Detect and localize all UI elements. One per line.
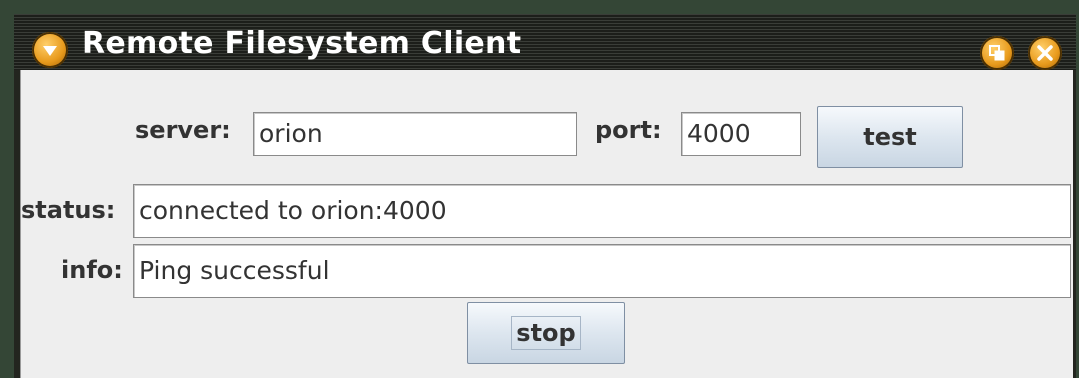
window-title: Remote Filesystem Client [82,26,522,61]
desktop-background: Remote Filesystem Client server: orion p… [0,0,1079,378]
info-label: info: [61,256,123,284]
restore-icon[interactable] [980,36,1014,70]
test-button[interactable]: test [817,106,963,168]
port-label: port: [595,116,662,144]
close-icon[interactable] [1028,36,1062,70]
app-window: Remote Filesystem Client server: orion p… [14,14,1076,378]
title-bar[interactable]: Remote Filesystem Client [14,14,1076,70]
port-input[interactable]: 4000 [681,112,801,156]
info-field: Ping successful [133,244,1071,298]
stop-button[interactable]: stop [467,302,625,364]
status-field: connected to orion:4000 [133,184,1071,238]
window-menu-icon[interactable] [32,32,68,68]
server-label: server: [135,116,231,144]
stop-button-label: stop [511,316,581,350]
server-input[interactable]: orion [253,112,577,156]
status-label: status: [21,196,116,224]
client-panel: server: orion port: 4000 test status: co… [20,70,1073,378]
